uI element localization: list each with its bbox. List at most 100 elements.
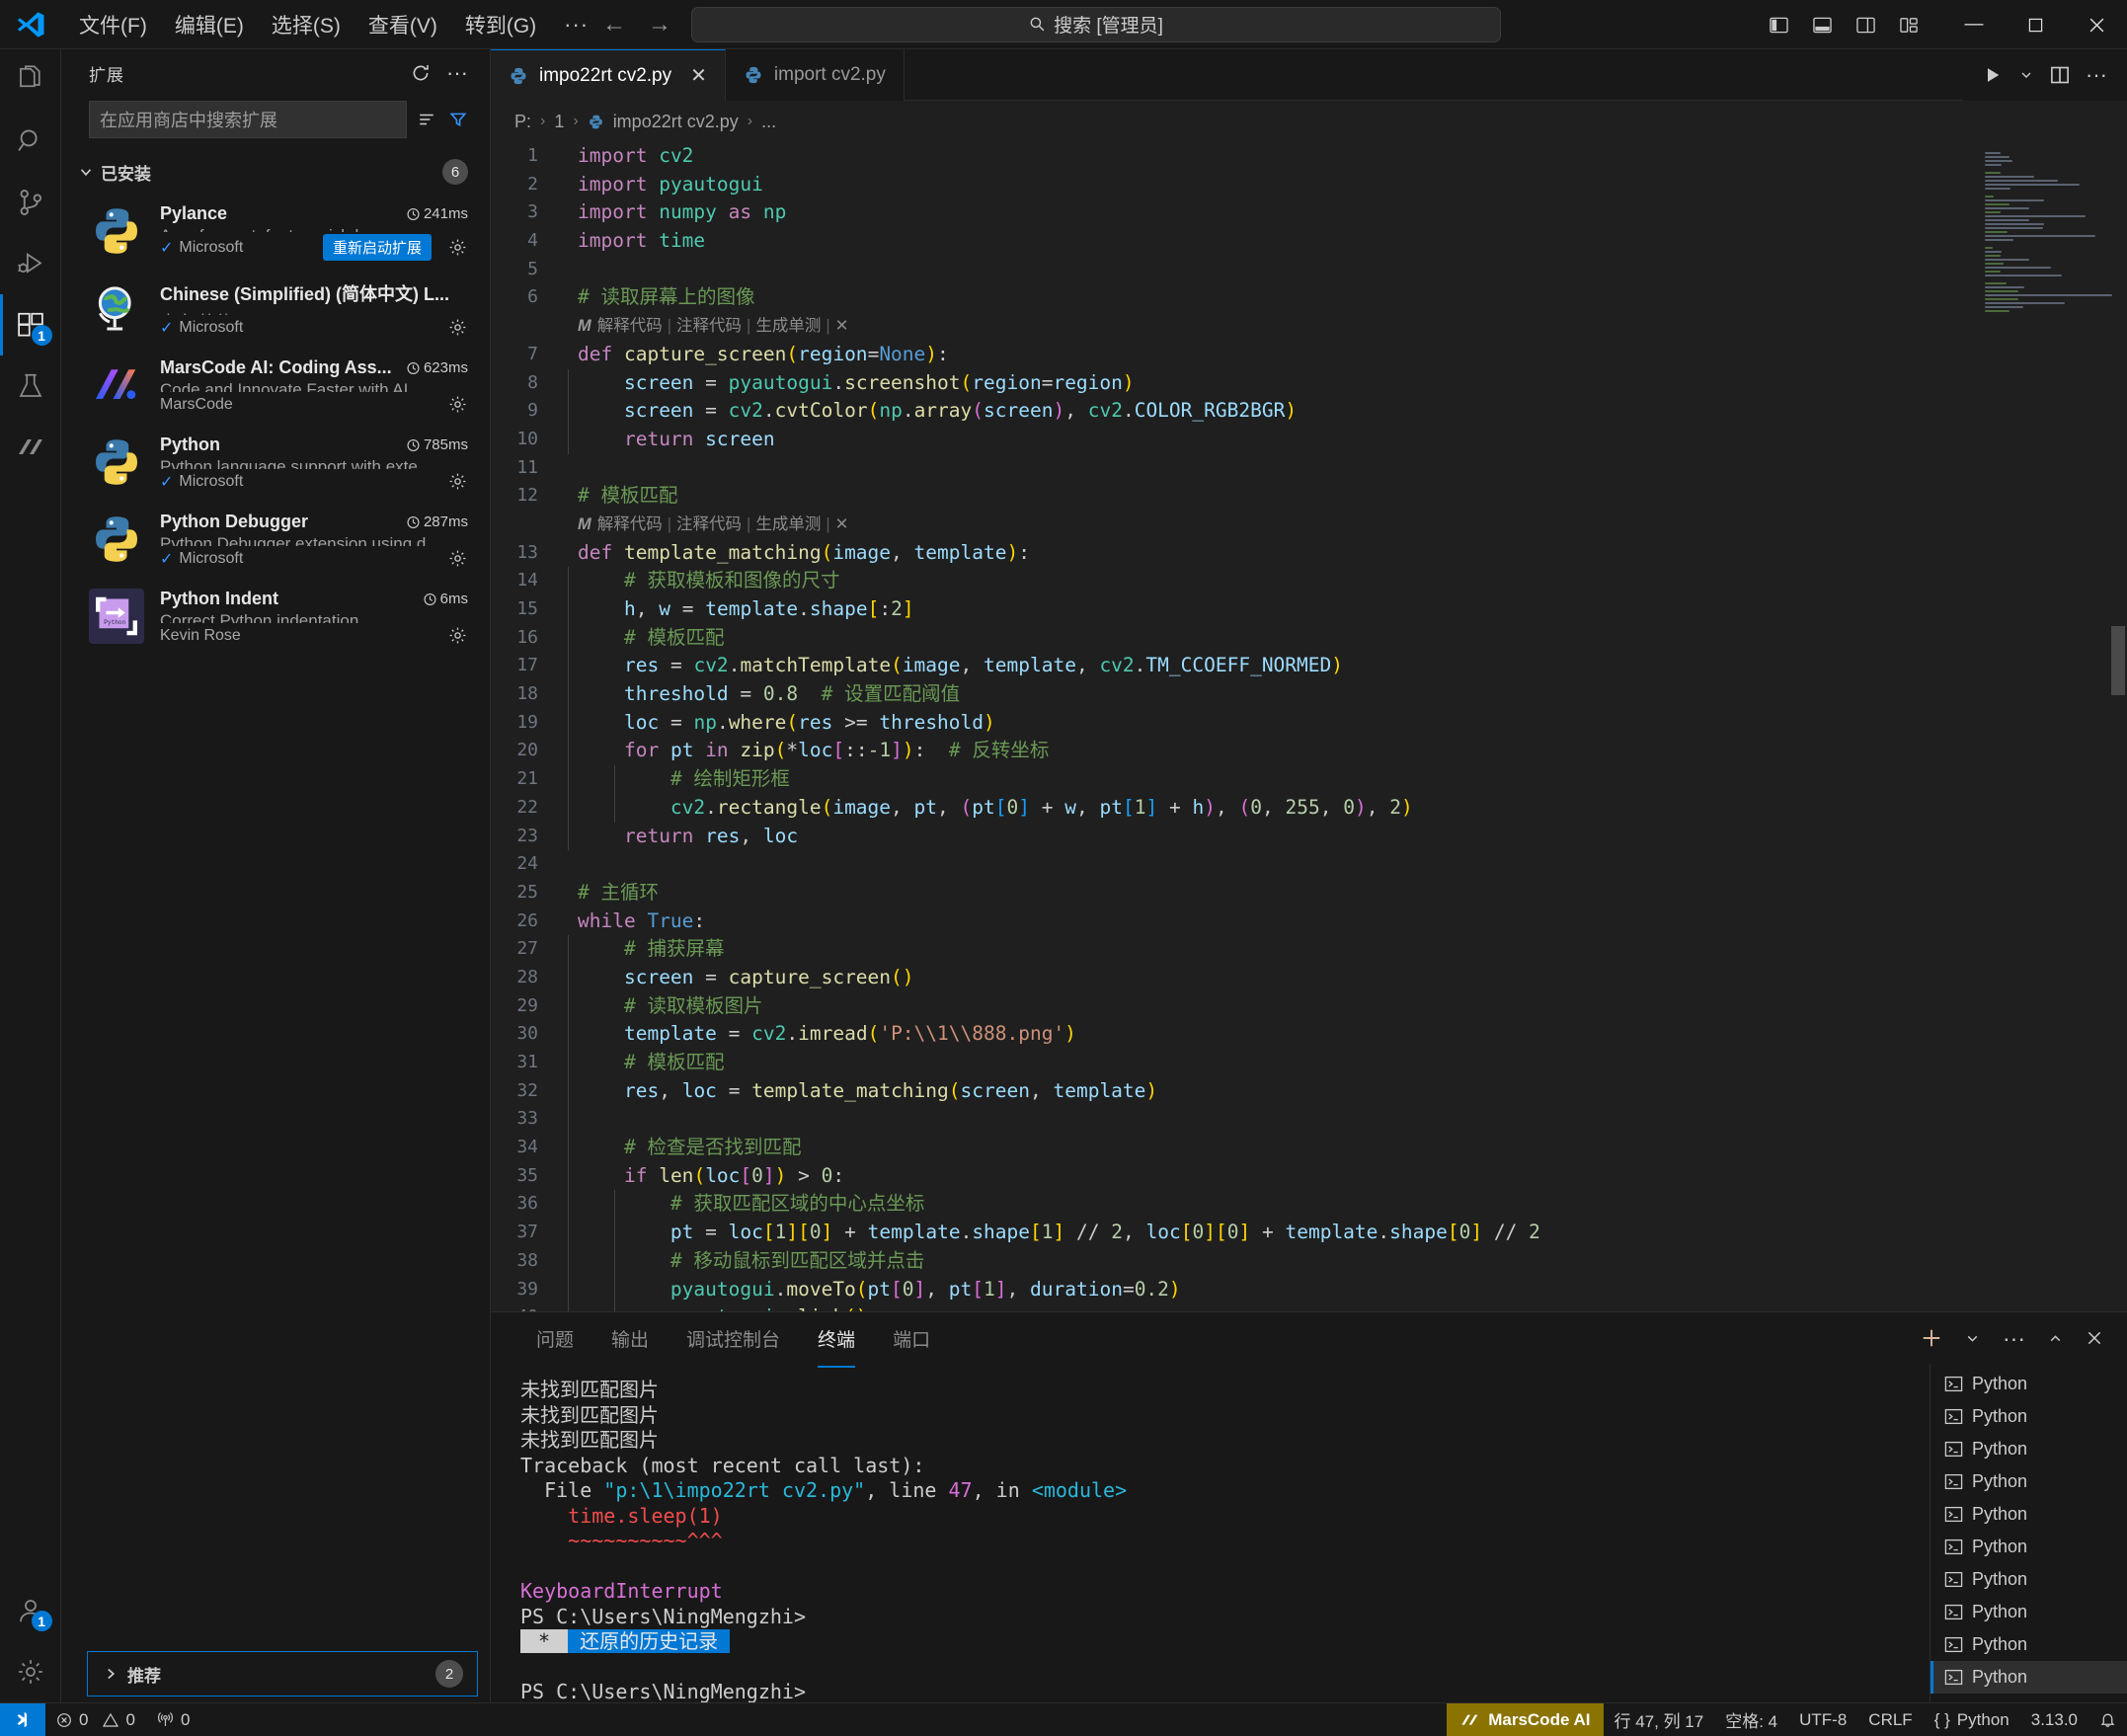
terminal-instance-item[interactable]: Python: [1930, 1498, 2127, 1531]
list-item[interactable]: Python Debugger 287ms Python Debugger ex…: [61, 502, 490, 579]
customize-layout-icon[interactable]: [1892, 8, 1926, 41]
gear-icon[interactable]: [447, 237, 468, 258]
ellipsis-icon[interactable]: ···: [2003, 1333, 2025, 1344]
gear-icon[interactable]: [447, 317, 468, 338]
close-icon[interactable]: ✕: [690, 63, 707, 88]
tab-import-cv2[interactable]: import cv2.py: [726, 49, 905, 101]
menu-file[interactable]: 文件(F): [65, 5, 161, 44]
list-item[interactable]: Pylance 241ms A performant, feature-rich…: [61, 194, 490, 271]
arrow-right-icon[interactable]: →: [648, 11, 671, 39]
terminal-instance-item[interactable]: Python: [1930, 1563, 2127, 1596]
tab-problems[interactable]: 问题: [520, 1319, 590, 1358]
activity-bar-item-source-control[interactable]: [0, 172, 61, 233]
marscode-ai-status[interactable]: MarsCode AI: [1447, 1703, 1603, 1736]
indentation-status[interactable]: 空格: 4: [1714, 1703, 1788, 1736]
menu-view[interactable]: 查看(V): [354, 5, 451, 44]
code-scroll-area[interactable]: 1import cv22import pyautogui3import nump…: [491, 142, 1979, 1311]
ellipsis-icon[interactable]: ···: [446, 67, 468, 79]
terminal-instance-item[interactable]: Python: [1930, 1368, 2127, 1400]
activity-bar-item-search[interactable]: [0, 111, 61, 172]
code-lens-action[interactable]: ✕: [835, 312, 849, 341]
search-extensions-input[interactable]: 在应用商店中搜索扩展: [89, 101, 407, 138]
breadcrumb-item-file[interactable]: impo22rt cv2.py: [613, 112, 739, 132]
menu-go[interactable]: 转到(G): [451, 5, 550, 44]
filter-icon[interactable]: [448, 111, 468, 128]
toggle-secondary-sidebar-icon[interactable]: [1849, 8, 1882, 41]
code-lens-action[interactable]: 注释代码: [676, 511, 742, 539]
chevron-down-icon[interactable]: [2018, 67, 2034, 83]
tab-debug-console[interactable]: 调试控制台: [670, 1319, 796, 1358]
activity-bar-item-testing[interactable]: [0, 355, 61, 417]
list-item[interactable]: MarsCode AI: Coding Ass... 623ms Code an…: [61, 348, 490, 425]
code-lens-action[interactable]: 生成单测: [755, 511, 821, 539]
close-button[interactable]: [2066, 0, 2127, 49]
recommended-section-header[interactable]: 推荐 2: [87, 1651, 478, 1697]
code-lens-action[interactable]: 生成单测: [755, 312, 821, 341]
ports-status[interactable]: 0: [146, 1703, 200, 1736]
menu-more-icon[interactable]: ···: [550, 10, 602, 39]
tab-terminal[interactable]: 终端: [802, 1319, 871, 1358]
notifications-button[interactable]: [2088, 1703, 2127, 1736]
eol-status[interactable]: CRLF: [1857, 1703, 1923, 1736]
code-lens-action[interactable]: 解释代码: [597, 312, 663, 341]
language-mode-status[interactable]: { } Python: [1924, 1703, 2020, 1736]
close-icon[interactable]: [2086, 1329, 2103, 1347]
add-icon[interactable]: [1921, 1327, 1942, 1349]
installed-section-header[interactable]: 已安装 6: [61, 150, 490, 194]
list-item[interactable]: Python 785ms Python language support wit…: [61, 425, 490, 502]
activity-bar-item-manage[interactable]: [0, 1641, 61, 1702]
toggle-panel-icon[interactable]: [1805, 8, 1839, 41]
maximize-button[interactable]: [2005, 0, 2066, 49]
sort-icon[interactable]: [417, 111, 436, 128]
python-version-status[interactable]: 3.13.0: [2020, 1703, 2088, 1736]
terminal-instance-item[interactable]: Python: [1930, 1433, 2127, 1465]
arrow-left-icon[interactable]: ←: [602, 11, 626, 39]
activity-bar-item-extensions[interactable]: 1: [0, 294, 61, 355]
code-lens[interactable]: M解释代码|注释代码|生成单测|✕: [491, 312, 1979, 341]
code-lens[interactable]: M解释代码|注释代码|生成单测|✕: [491, 511, 1979, 539]
terminal-instance-item[interactable]: Python: [1930, 1628, 2127, 1661]
breadcrumb-item-symbol[interactable]: ...: [761, 112, 776, 132]
ellipsis-icon[interactable]: ···: [2086, 69, 2107, 81]
menu-selection[interactable]: 选择(S): [258, 5, 354, 44]
minimap[interactable]: [1979, 142, 2127, 1311]
terminal-output[interactable]: 未找到匹配图片未找到匹配图片未找到匹配图片Traceback (most rec…: [491, 1364, 1930, 1702]
terminal-instance-item[interactable]: Python: [1930, 1531, 2127, 1563]
toggle-primary-sidebar-icon[interactable]: [1762, 8, 1795, 41]
gear-icon[interactable]: [447, 548, 468, 569]
split-editor-icon[interactable]: [2050, 65, 2070, 85]
editor-scrollbar[interactable]: [2111, 626, 2125, 695]
breadcrumb-item-folder[interactable]: 1: [554, 112, 564, 132]
tab-impo22rt-cv2[interactable]: impo22rt cv2.py ✕: [491, 49, 726, 101]
code-lens-action[interactable]: 注释代码: [676, 312, 742, 341]
activity-bar-item-explorer[interactable]: [0, 49, 61, 111]
code-lens-action[interactable]: 解释代码: [597, 511, 663, 539]
refresh-icon[interactable]: [411, 63, 431, 83]
code-editor[interactable]: 1import cv22import pyautogui3import nump…: [491, 142, 2127, 1311]
terminal-instance-item[interactable]: Python: [1930, 1596, 2127, 1628]
terminal-instance-item[interactable]: Python: [1930, 1400, 2127, 1433]
gear-icon[interactable]: [447, 625, 468, 646]
tab-ports[interactable]: 端口: [877, 1319, 946, 1358]
remote-indicator-button[interactable]: [0, 1703, 45, 1736]
activity-bar-item-marscode[interactable]: [0, 417, 61, 478]
minimize-button[interactable]: —: [1943, 0, 2005, 49]
command-center[interactable]: 搜索 [管理员]: [691, 7, 1501, 42]
problems-status[interactable]: 0 0: [45, 1703, 146, 1736]
list-item[interactable]: Python Python Indent 6ms: [61, 579, 490, 656]
gear-icon[interactable]: [447, 394, 468, 415]
activity-bar-item-run-and-debug[interactable]: [0, 233, 61, 294]
code-lens-action[interactable]: ✕: [835, 511, 849, 539]
run-icon[interactable]: [1983, 65, 2003, 85]
menu-edit[interactable]: 编辑(E): [161, 5, 258, 44]
restart-extension-button[interactable]: 重新启动扩展: [323, 234, 432, 261]
terminal-instance-item[interactable]: Python: [1930, 1465, 2127, 1498]
activity-bar-item-accounts[interactable]: 1: [0, 1580, 61, 1641]
cursor-position-status[interactable]: 行 47, 列 17: [1604, 1703, 1715, 1736]
chevron-down-icon[interactable]: [1964, 1330, 1981, 1347]
terminal-instance-item[interactable]: Python: [1930, 1661, 2127, 1694]
breadcrumb-item-drive[interactable]: P:: [514, 112, 531, 132]
chevron-up-icon[interactable]: [2047, 1330, 2064, 1347]
tab-output[interactable]: 输出: [595, 1319, 665, 1358]
encoding-status[interactable]: UTF-8: [1788, 1703, 1857, 1736]
